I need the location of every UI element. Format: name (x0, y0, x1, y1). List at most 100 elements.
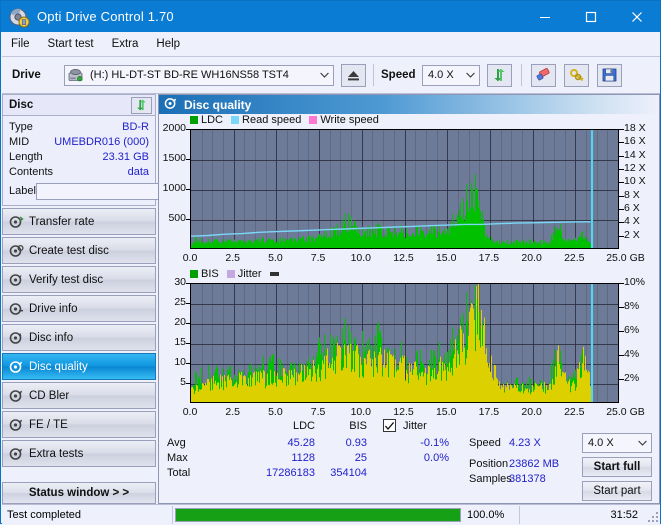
chart-y2tick-mark (619, 195, 624, 197)
toolbar-separator-1 (373, 64, 374, 86)
chart-ytick: 500 (168, 212, 186, 224)
legend-label-write-speed: Write speed (320, 114, 379, 126)
chart-ytick: 1000 (162, 182, 186, 194)
sidebar-item-cd-bler[interactable]: CD Bler (2, 382, 156, 409)
chart2-series-canvas (191, 284, 591, 402)
stats-row-key-max: Max (167, 452, 188, 464)
stats-col-ldc: LDC (292, 420, 315, 432)
sidebar-item-create-test-disc[interactable]: Create test disc (2, 237, 156, 264)
create-test-disc-icon (3, 244, 29, 258)
chart-y2tick: 8% (624, 300, 640, 312)
menu-item-start-test[interactable]: Start test (39, 35, 103, 53)
save-button[interactable] (597, 63, 622, 87)
check-icon (384, 421, 395, 430)
legend-label-bis: BIS (201, 268, 219, 280)
jitter-checkbox[interactable] (383, 419, 396, 432)
chart-y2tick-mark (619, 182, 624, 184)
app-icon (8, 6, 30, 28)
chart-y2tick: 4% (624, 348, 640, 360)
speed-select[interactable]: 4.0 X (422, 64, 480, 86)
chart-y2tick: 10 X (624, 175, 646, 188)
drive-info-icon (3, 302, 29, 316)
app-window: Opti Drive Control 1.70 File Start test … (0, 0, 661, 524)
chart-y2tick-mark (619, 209, 624, 210)
sidebar-item-label: Disc info (29, 331, 74, 344)
chart-ytick: 20 (174, 316, 186, 328)
test-speed-select[interactable]: 4.0 X (582, 433, 652, 453)
toolbar-separator-2 (521, 64, 522, 86)
disc-row-key: Contents (9, 165, 54, 178)
disc-row-mid: MID UMEBDR016 (000) (9, 134, 149, 149)
keys-button[interactable] (564, 63, 589, 87)
chart-ytick-mark (186, 383, 190, 384)
legend-swatch-read-speed (231, 116, 240, 124)
disc-row-type: Type BD-R (9, 119, 149, 134)
chart-ytick-mark (186, 189, 190, 190)
chevron-down-icon[interactable] (462, 66, 479, 85)
erase-button[interactable] (531, 63, 556, 87)
chart-ytick-mark (186, 129, 190, 130)
start-full-button[interactable]: Start full (582, 457, 652, 477)
chart-xtick: 2.5 (225, 252, 240, 264)
sidebar-item-fe-te[interactable]: FE / TE (2, 411, 156, 438)
chart-y2tick: 16 X (624, 135, 646, 148)
minimize-button[interactable] (522, 1, 568, 32)
disc-row-value: data (127, 165, 149, 178)
sidebar-item-label: FE / TE (29, 418, 68, 431)
drive-select[interactable]: (H:) HL-DT-ST BD-RE WH16NS58 TST4 (64, 64, 334, 86)
start-part-button[interactable]: Start part (582, 481, 652, 501)
sidebar-item-label: Disc quality (29, 360, 88, 373)
drive-select-value: (H:) HL-DT-ST BD-RE WH16NS58 TST4 (90, 69, 289, 81)
disc-info-icon (3, 331, 29, 345)
sidebar-item-transfer-rate[interactable]: Transfer rate (2, 208, 156, 235)
stats-col-bis: BIS (349, 420, 367, 432)
speed-label: Speed (381, 69, 416, 81)
legend-swatch-bis (190, 270, 198, 278)
chart-ytick-mark (186, 363, 190, 364)
eject-button[interactable] (341, 63, 366, 87)
menu-item-extra[interactable]: Extra (103, 35, 148, 53)
progress-bar-fill (176, 508, 460, 521)
sidebar-item-disc-info[interactable]: Disc info (2, 324, 156, 351)
disc-label-key: Label (9, 185, 36, 197)
refresh-button[interactable] (487, 63, 512, 87)
chart-ytick: 25 (174, 296, 186, 308)
resize-grip-icon[interactable] (648, 512, 658, 522)
sidebar-item-extra-tests[interactable]: Extra tests (2, 440, 156, 467)
disc-box-header: Disc (3, 95, 155, 116)
statistics-panel: LDC BIS Jitter Avg 45.28 0.93 -0.1% Max … (159, 416, 659, 503)
sidebar-item-disc-quality[interactable]: Disc quality (2, 353, 156, 380)
sidebar-item-drive-info[interactable]: Drive info (2, 295, 156, 322)
menu-item-file[interactable]: File (2, 35, 39, 53)
stats-avg-bis: 0.93 (345, 437, 367, 449)
menu-item-help[interactable]: Help (147, 35, 189, 53)
chart-y2tick: 18 X (624, 122, 646, 134)
panel-header: Disc quality (159, 95, 659, 114)
chart-ytick: 10 (174, 356, 186, 368)
chart-ytick-mark (186, 159, 190, 160)
legend-label-ldc: LDC (201, 114, 224, 126)
window-title: Opti Drive Control 1.70 (37, 9, 174, 24)
extra-tests-icon (3, 447, 29, 461)
disc-row-key: MID (9, 135, 30, 148)
status-message: Test completed (7, 508, 81, 521)
disc-quality-icon (164, 97, 178, 113)
stats-samples-key: Samples (469, 473, 512, 485)
disc-refresh-button[interactable] (131, 96, 152, 114)
legend-swatch-jitter (226, 270, 235, 278)
maximize-button[interactable] (568, 1, 614, 32)
chart-y2tick-mark (619, 379, 624, 380)
transfer-rate-icon (3, 215, 29, 229)
stats-avg-ldc: 45.28 (287, 437, 315, 449)
chart-ytick: 30 (174, 276, 186, 288)
legend-swatch-ldc (190, 116, 198, 124)
sidebar-item-verify-test-disc[interactable]: Verify test disc (2, 266, 156, 293)
chevron-down-icon[interactable] (316, 66, 333, 85)
chevron-down-icon[interactable] (634, 434, 651, 452)
close-button[interactable] (614, 1, 660, 32)
status-window-button[interactable]: Status window > > (2, 482, 156, 504)
disc-quality-icon (3, 360, 29, 374)
disc-info-box: Disc Type BD-R MID UMEBDR016 (000) Lengt… (2, 94, 239, 206)
chart-y2tick-mark (619, 169, 624, 170)
speed-select-value: 4.0 X (428, 69, 454, 81)
